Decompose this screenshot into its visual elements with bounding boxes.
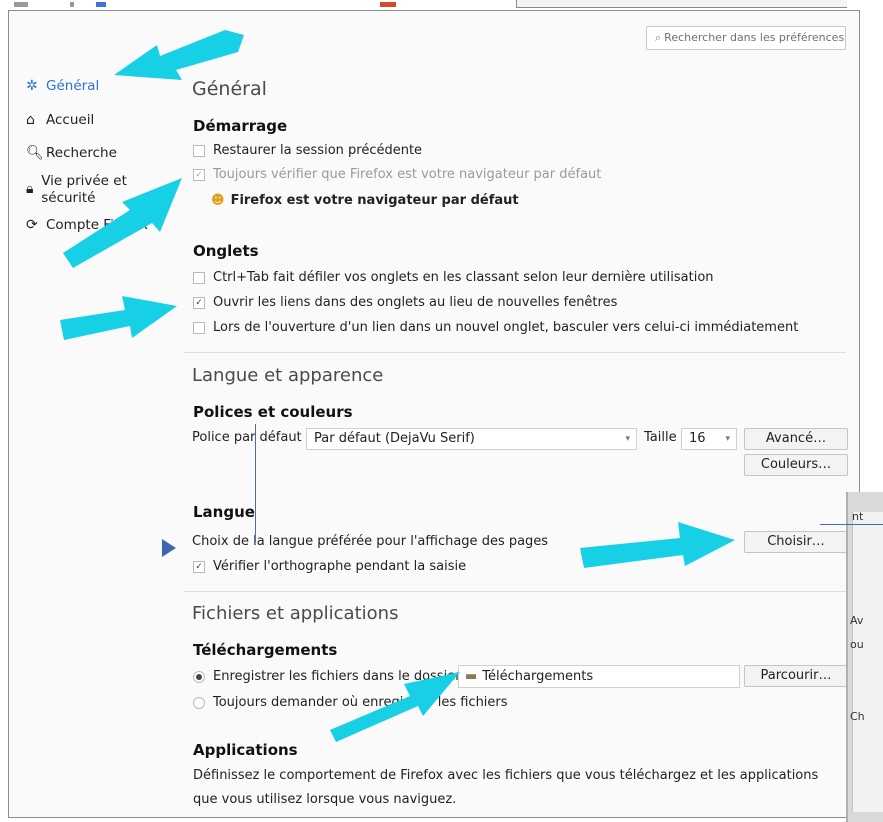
annotation-line <box>255 424 256 542</box>
browse-button[interactable]: Parcourir… <box>744 665 848 687</box>
chrome-fragment <box>380 2 396 7</box>
check-default-checkbox: ✓ <box>193 168 205 181</box>
tabs-heading: Onglets <box>193 242 259 260</box>
ctrl-tab-checkbox[interactable] <box>193 271 205 284</box>
fonts-colors-heading: Polices et couleurs <box>193 403 353 421</box>
advanced-fonts-button[interactable]: Avancé… <box>744 428 848 450</box>
startup-heading: Démarrage <box>193 117 288 135</box>
section-divider <box>184 591 846 592</box>
sync-icon: ⟳ <box>26 217 38 233</box>
check-default-option: ✓ Toujours vérifier que Firefox est votr… <box>193 167 601 182</box>
smiley-icon: ☻ <box>211 193 225 208</box>
search-icon: ⌕ <box>655 31 662 44</box>
dialog-body <box>852 512 883 812</box>
chrome-window-edge <box>516 0 847 8</box>
chevron-down-icon: ▾ <box>625 434 630 444</box>
sidebar-item-general[interactable]: ✲ Général <box>26 78 99 95</box>
section-divider <box>184 352 846 353</box>
gear-icon: ✲ <box>26 78 38 94</box>
chevron-down-icon: ▾ <box>725 434 730 444</box>
spellcheck-checkbox[interactable]: ✓ <box>193 560 205 573</box>
open-links-tabs-checkbox[interactable]: ✓ <box>193 296 205 309</box>
language-dialog-partial: nt Av ou Ch <box>846 492 883 822</box>
dialog-text-fragment: Ch <box>850 710 865 723</box>
restore-session-option[interactable]: Restaurer la session précédente <box>193 143 422 158</box>
sidebar-item-home[interactable]: ⌂ Accueil <box>26 112 94 129</box>
annotation-pointer-icon <box>162 539 176 557</box>
sidebar-item-search[interactable]: 🔍︎ Recherche <box>26 145 117 162</box>
always-ask-option[interactable]: Toujours demander où enregistrer les fic… <box>193 695 508 710</box>
dialog-text-fragment: Av <box>850 614 864 627</box>
search-icon: 🔍︎ <box>26 145 44 161</box>
chrome-fragment <box>70 2 74 7</box>
open-links-tabs-option[interactable]: ✓ Ouvrir les liens dans des onglets au l… <box>193 295 617 310</box>
lock-icon: 🔒︎ <box>26 181 34 197</box>
font-size-select[interactable]: 16 ▾ <box>681 428 737 450</box>
default-browser-status: ☻ Firefox est votre navigateur par défau… <box>211 193 519 208</box>
ctrl-tab-option[interactable]: Ctrl+Tab fait défiler vos onglets en les… <box>193 270 714 285</box>
spellcheck-option[interactable]: ✓ Vérifier l'orthographe pendant la sais… <box>193 559 466 574</box>
always-ask-radio[interactable] <box>193 696 205 709</box>
annotation-line <box>820 524 883 525</box>
save-files-radio[interactable] <box>193 670 205 683</box>
dialog-text-fragment: nt <box>852 510 864 523</box>
page-title: Général <box>192 78 267 100</box>
save-files-option[interactable]: Enregistrer les fichiers dans le dossier <box>193 669 461 684</box>
default-font-select[interactable]: Par défaut (DejaVu Serif) ▾ <box>306 428 637 450</box>
chrome-fragment <box>14 2 28 7</box>
language-appearance-title: Langue et apparence <box>192 365 384 386</box>
font-size-label: Taille <box>644 430 677 445</box>
dialog-text-fragment: ou <box>850 638 864 651</box>
restore-session-checkbox[interactable] <box>193 144 205 157</box>
switch-tab-checkbox[interactable] <box>193 321 205 334</box>
folder-icon: ▬ <box>465 669 478 684</box>
files-apps-title: Fichiers et applications <box>192 603 399 624</box>
downloads-heading: Téléchargements <box>193 641 338 659</box>
applications-heading: Applications <box>193 741 298 759</box>
download-folder-field[interactable]: ▬ Téléchargements <box>458 665 740 688</box>
sidebar-item-firefox-account[interactable]: ⟳ Compte Firefox <box>26 217 148 234</box>
switch-tab-option[interactable]: Lors de l'ouverture d'un lien dans un no… <box>193 320 798 335</box>
default-font-label: Police par défaut <box>192 430 302 445</box>
applications-description: Définissez le comportement de Firefox av… <box>193 768 819 807</box>
chrome-fragment <box>96 2 106 7</box>
colors-button[interactable]: Couleurs… <box>744 454 848 476</box>
language-heading: Langue <box>193 503 255 521</box>
choose-language-button[interactable]: Choisir… <box>744 531 848 553</box>
language-choice-text: Choix de la langue préférée pour l'affic… <box>192 534 549 549</box>
search-input[interactable]: ⌕ Rechercher dans les préférences <box>646 26 846 50</box>
sidebar-item-privacy[interactable]: 🔒︎ Vie privée et sécurité <box>26 173 151 207</box>
home-icon: ⌂ <box>26 112 35 128</box>
